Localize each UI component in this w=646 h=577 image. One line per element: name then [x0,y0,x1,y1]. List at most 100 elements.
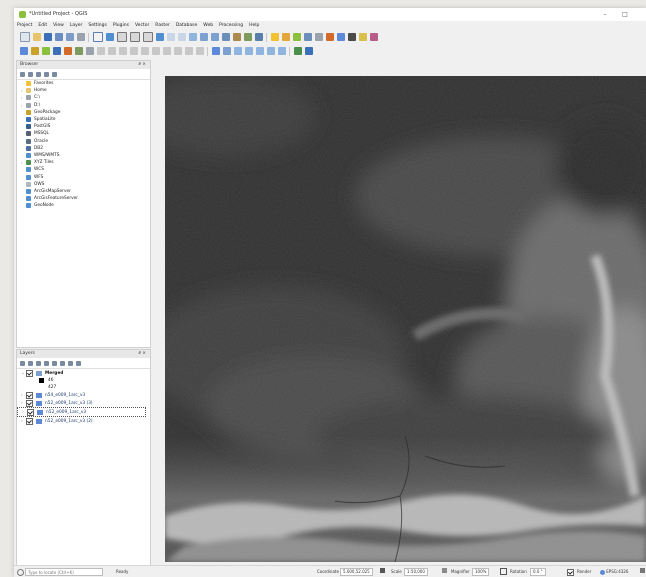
menu-vector[interactable]: Vector [132,21,152,30]
render-toggle[interactable]: Render [567,568,591,576]
browser-item-geonode[interactable]: GeoNode [17,202,150,209]
browser-item-mssql[interactable]: MSSQL [17,130,150,137]
map-tips-icon[interactable] [347,33,356,41]
layer-visibility-checkbox[interactable] [26,399,33,407]
menu-project[interactable]: Project [14,21,35,30]
layers-panel-close-button[interactable]: ∂ × [138,351,146,356]
show-bookmarks-icon[interactable] [243,33,252,41]
show-labels-icon[interactable] [233,47,242,55]
layer-visibility-checkbox[interactable] [27,408,34,416]
layer-item-merged[interactable]: ⌄ Merged [17,369,150,377]
scale-field[interactable]: 1:50,000 [404,568,428,576]
rotate-label-icon[interactable] [255,47,264,55]
browser-item-wcs[interactable]: WCS [17,166,150,173]
properties-icon[interactable] [52,71,57,77]
undo-icon[interactable] [184,47,193,55]
menu-view[interactable]: View [50,21,67,30]
save-as-icon[interactable] [54,33,63,41]
delete-selected-icon[interactable] [140,47,149,55]
refresh-browser-icon[interactable] [28,71,33,77]
menu-plugins[interactable]: Plugins [110,21,132,30]
attribute-table-icon[interactable] [303,33,312,41]
layer-visibility-checkbox[interactable] [26,391,33,399]
layer-item[interactable]: › n54_e009_1arc_v3 [17,391,150,399]
browser-item-d[interactable]: › D:\ [17,102,150,109]
layer-visibility-checkbox[interactable] [26,369,33,377]
new-bookmark-icon[interactable] [232,33,241,41]
lock-scale-icon[interactable] [442,568,447,576]
layer-visibility-checkbox[interactable] [26,417,33,425]
browser-item-oracle[interactable]: Oracle [17,138,150,145]
add-feature-icon[interactable] [118,47,127,55]
new-project-icon[interactable] [19,32,30,42]
measure-icon[interactable] [336,33,345,41]
cut-features-icon[interactable] [151,47,160,55]
manage-themes-icon[interactable] [36,360,41,366]
messages-icon[interactable] [640,568,645,576]
browser-item-c[interactable]: › C:\ [17,94,150,101]
browser-item-arcgismapserver[interactable]: ArcGisMapServer [17,188,150,195]
map-canvas[interactable] [165,76,646,562]
expand-all-icon[interactable] [60,360,65,366]
render-checkbox[interactable] [567,568,574,576]
open-project-icon[interactable] [32,33,41,41]
open-styling-icon[interactable] [20,360,25,366]
add-vector-icon[interactable] [30,47,39,55]
paste-features-icon[interactable] [173,47,182,55]
browser-item-home[interactable]: › Home [17,87,150,94]
menu-web[interactable]: Web [200,21,216,30]
browser-item-db2[interactable]: DB2 [17,145,150,152]
zoom-out-icon[interactable] [129,32,140,42]
save-edits-icon[interactable] [107,47,116,55]
browser-item-spatialite[interactable]: SpatiaLite [17,116,150,123]
browser-item-favorites[interactable]: Favorites [17,80,150,87]
menu-processing[interactable]: Processing [216,21,246,30]
collapse-all-icon[interactable] [44,71,49,77]
remove-layer-icon[interactable] [76,360,81,366]
new-map-view-icon[interactable] [221,33,230,41]
save-project-icon[interactable] [43,33,52,41]
zoom-in-icon[interactable] [116,32,127,42]
log-messages-icon[interactable] [640,568,645,573]
text-annotation-icon[interactable] [369,33,378,41]
data-source-manager-icon[interactable] [19,47,28,55]
move-label-icon[interactable] [244,47,253,55]
identify-icon[interactable] [270,33,279,41]
annotation-icon[interactable] [358,33,367,41]
filter-legend-icon[interactable] [44,360,49,366]
rotation-field[interactable]: 0.0 ° [530,568,546,576]
filter-browser-icon[interactable] [36,71,41,77]
print-layout-icon[interactable] [65,33,74,41]
add-spatialite-icon[interactable] [52,47,61,55]
browser-item-ows[interactable]: OWS [17,181,150,188]
statistics-icon[interactable] [325,33,334,41]
add-postgis-icon[interactable] [63,47,72,55]
locator-search[interactable] [17,568,104,576]
browser-item-geopackage[interactable]: GeoPackage [17,109,150,116]
layout-manager-icon[interactable] [76,33,85,41]
select-features-icon[interactable] [281,33,290,41]
zoom-next-icon[interactable] [210,33,219,41]
zoom-selection-icon[interactable] [166,33,175,41]
processing-toolbox-icon[interactable] [304,47,313,55]
crs-button[interactable]: EPSG:4326 [600,568,628,576]
minimize-button[interactable]: – [598,10,612,19]
browser-item-wfs[interactable]: WFS [17,173,150,180]
locator-input[interactable] [25,568,104,576]
layer-item[interactable]: › n52_e009_1arc_v3 (2) [17,417,150,425]
menu-layer[interactable]: Layer [67,21,86,30]
magnifier-field[interactable]: 100% [472,568,490,576]
toggle-extents-icon[interactable] [380,568,385,573]
digitize-icon[interactable] [85,47,94,55]
label-style-icon[interactable] [277,47,286,55]
menu-edit[interactable]: Edit [35,21,50,30]
field-calculator-icon[interactable] [314,33,323,41]
pan-map-icon[interactable] [92,32,103,42]
menu-database[interactable]: Database [173,21,200,30]
browser-item-arcgisfeatureserver[interactable]: ArcGisFeatureServer [17,195,150,202]
zoom-rubberband-icon[interactable] [142,32,153,42]
layer-item-selected[interactable]: › n52_e009_1arc_v3 [17,407,146,417]
collapse-all-layers-icon[interactable] [68,360,73,366]
copy-features-icon[interactable] [162,47,171,55]
redo-icon[interactable] [195,47,204,55]
